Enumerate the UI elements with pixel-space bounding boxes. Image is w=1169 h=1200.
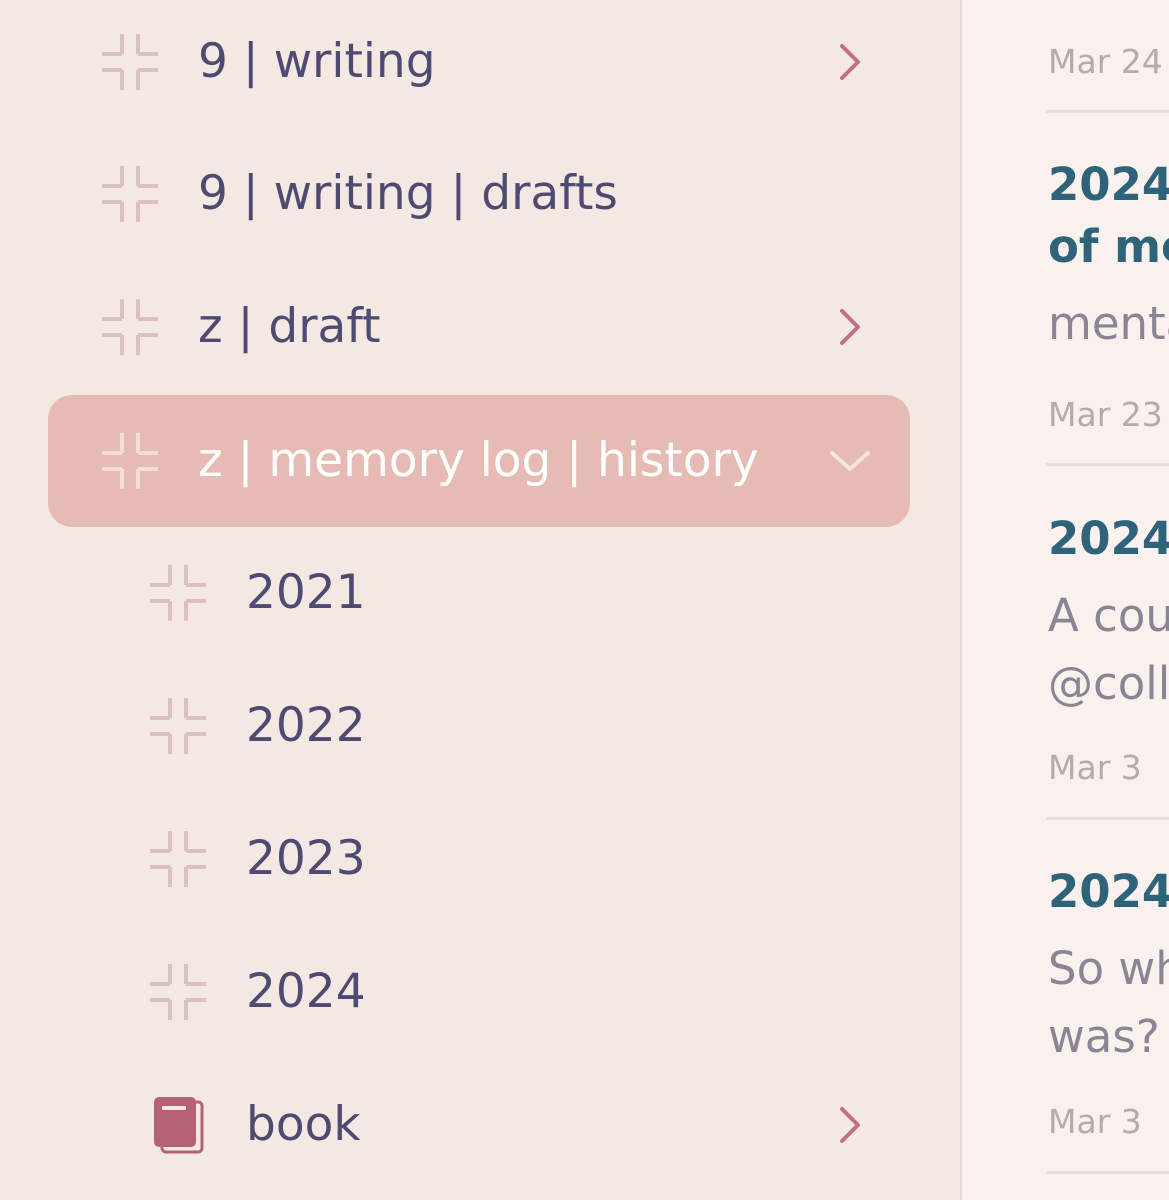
sidebar-item-writing-drafts[interactable]: 9 | writing | drafts bbox=[48, 128, 910, 260]
note-snippet: @colli bbox=[1048, 657, 1169, 710]
tag-icon bbox=[102, 34, 158, 90]
note-date: Mar 3 bbox=[1048, 1102, 1142, 1141]
sidebar-item-label: book bbox=[246, 1097, 361, 1152]
note-snippet: So wh bbox=[1048, 942, 1169, 995]
note-title: 2024- bbox=[1048, 158, 1169, 211]
sidebar-item-writing[interactable]: 9 | writing bbox=[48, 0, 910, 128]
note-date: Mar 24 bbox=[1048, 42, 1163, 81]
chevron-down-icon[interactable] bbox=[828, 439, 872, 483]
sidebar-item-memory-log-history[interactable]: z | memory log | history bbox=[48, 395, 910, 527]
sidebar-item-label: 2021 bbox=[246, 565, 366, 620]
sidebar-item-2021[interactable]: 2021 bbox=[48, 527, 910, 659]
notebook-icon bbox=[154, 1097, 204, 1154]
note-list: Mar 24 2024- of me menta Mar 23 2024- A … bbox=[962, 0, 1169, 1200]
sidebar-item-book[interactable]: book bbox=[48, 1059, 910, 1191]
tag-icon bbox=[150, 565, 206, 621]
sidebar-item-label: 9 | writing | drafts bbox=[198, 166, 618, 221]
sidebar-item-2023[interactable]: 2023 bbox=[48, 793, 910, 925]
chevron-right-icon[interactable] bbox=[828, 40, 872, 84]
list-divider bbox=[1046, 110, 1169, 113]
note-snippet: A cou bbox=[1048, 589, 1169, 642]
note-title: of me bbox=[1048, 220, 1169, 273]
list-divider bbox=[1046, 1171, 1169, 1174]
sidebar-item-label: 2022 bbox=[246, 698, 366, 753]
sidebar-item-label: 2023 bbox=[246, 831, 366, 886]
tag-icon bbox=[150, 698, 206, 754]
sidebar-item-label: 2024 bbox=[246, 964, 366, 1019]
sidebar-item-label: z | draft bbox=[198, 299, 381, 354]
tag-icon bbox=[102, 299, 158, 355]
note-snippet: menta bbox=[1048, 297, 1169, 350]
sidebar: 9 | writing 9 | writing | drafts z | dra… bbox=[0, 0, 960, 1200]
sidebar-item-label: 9 | writing bbox=[198, 34, 436, 89]
sidebar-item-label: z | memory log | history bbox=[198, 433, 759, 488]
tag-icon bbox=[102, 433, 158, 489]
note-date: Mar 3 bbox=[1048, 748, 1142, 787]
app-window: 9 | writing 9 | writing | drafts z | dra… bbox=[0, 0, 1169, 1200]
sidebar-item-2024[interactable]: 2024 bbox=[48, 926, 910, 1058]
chevron-right-icon[interactable] bbox=[828, 1103, 872, 1147]
chevron-right-icon[interactable] bbox=[828, 305, 872, 349]
tag-icon bbox=[150, 831, 206, 887]
sidebar-item-draft[interactable]: z | draft bbox=[48, 261, 910, 393]
tag-icon bbox=[102, 166, 158, 222]
list-divider bbox=[1046, 463, 1169, 466]
list-divider bbox=[1046, 817, 1169, 820]
note-date: Mar 23 bbox=[1048, 395, 1163, 434]
note-snippet: was? bbox=[1048, 1010, 1160, 1063]
tag-icon bbox=[150, 964, 206, 1020]
sidebar-item-2022[interactable]: 2022 bbox=[48, 660, 910, 792]
note-title: 2024- bbox=[1048, 865, 1169, 918]
note-title: 2024- bbox=[1048, 512, 1169, 565]
